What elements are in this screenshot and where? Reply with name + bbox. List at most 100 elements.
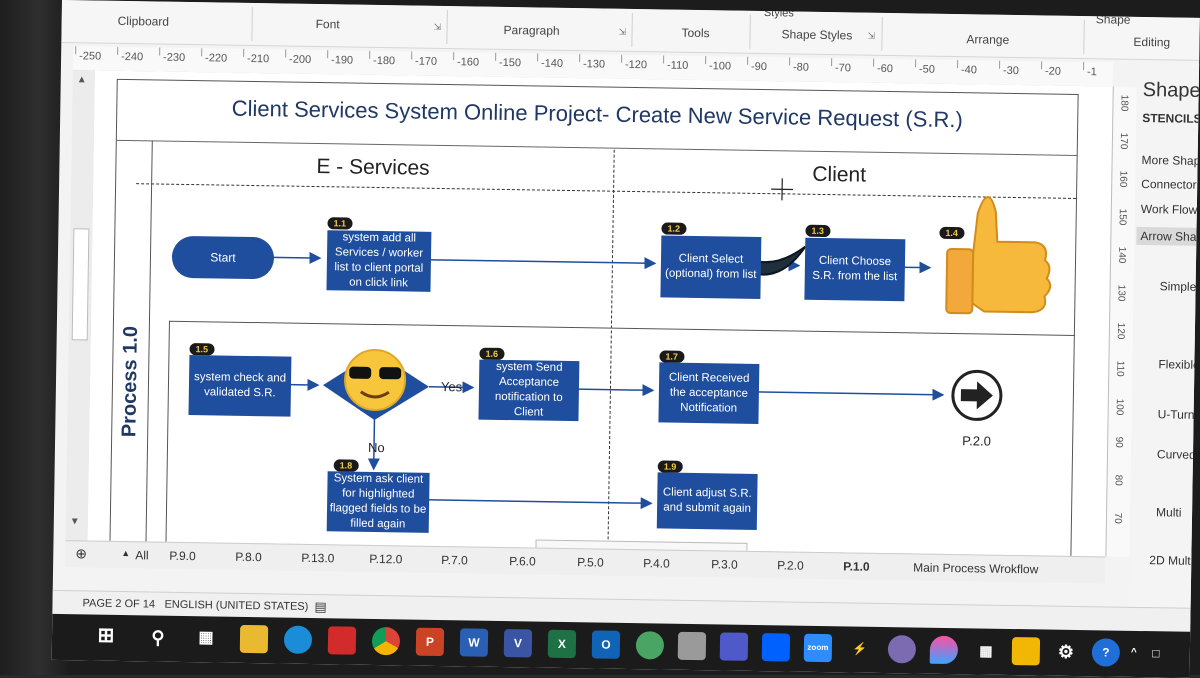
drawing-canvas[interactable]: Client Services System Online Project- C… — [88, 71, 1113, 557]
stencil-more-shapes[interactable]: More Shape — [1142, 153, 1200, 168]
ribbon-separator — [631, 13, 633, 47]
start-terminator[interactable]: Start — [172, 236, 275, 280]
sticky-notes-icon[interactable] — [1012, 637, 1040, 665]
page-tab-p5[interactable]: P.5.0 — [577, 555, 604, 569]
ribbon-group-tools[interactable]: Tools — [681, 26, 709, 40]
page-count-status[interactable]: PAGE 2 OF 14 — [82, 597, 155, 610]
page-tab-p3[interactable]: P.3.0 — [711, 557, 738, 571]
lightning-app-icon[interactable]: ⚡ — [846, 634, 874, 662]
font-launcher-icon[interactable]: ⇲ — [434, 22, 442, 33]
page-tab-all[interactable]: All — [135, 548, 149, 562]
page-tab-p13[interactable]: P.13.0 — [301, 551, 334, 566]
ruler-h-label: -20 — [1045, 65, 1061, 77]
paragraph-launcher-icon[interactable]: ⇲ — [618, 27, 626, 38]
page-tab-p12[interactable]: P.12.0 — [369, 552, 402, 567]
shape-flexible[interactable]: Flexible — [1158, 357, 1200, 372]
grid-app-icon[interactable]: ▦ — [972, 636, 1000, 664]
step-tag-1-7: 1.7 — [659, 350, 684, 362]
search-icon[interactable]: ⚲ — [144, 623, 172, 651]
ruler-h-tick — [201, 48, 202, 56]
stencil-work-flow[interactable]: Work Flow S — [1141, 202, 1200, 217]
page-tab-p9[interactable]: P.9.0 — [169, 549, 196, 563]
shape-simple[interactable]: Simple — [1160, 279, 1197, 294]
step-1-8-box[interactable]: System ask client for highlighted flagge… — [327, 471, 430, 533]
excel-icon[interactable]: X — [548, 630, 576, 658]
word-icon[interactable]: W — [460, 628, 488, 656]
ruler-h-label: -240 — [121, 51, 143, 63]
step-tag-1-2: 1.2 — [661, 222, 686, 234]
chevron-up-icon[interactable]: ^ — [1126, 639, 1142, 667]
ribbon-group-shape-styles[interactable]: Shape Styles — [781, 27, 852, 42]
start-icon[interactable]: ⊞ — [92, 623, 120, 651]
tray-icon[interactable]: □ — [1146, 639, 1166, 667]
shape-2d-multi[interactable]: 2D Multi- — [1149, 553, 1197, 568]
ruler-h-tick — [579, 54, 580, 62]
ruler-h-tick — [663, 55, 664, 63]
help-icon[interactable]: ? — [1092, 638, 1120, 666]
ribbon-group-font[interactable]: Font — [316, 17, 340, 31]
file-explorer-icon[interactable] — [240, 625, 268, 653]
ribbon-separator — [251, 7, 253, 41]
page-tab-p6[interactable]: P.6.0 — [509, 554, 536, 568]
vpn-icon[interactable] — [636, 631, 664, 659]
ribbon-group-editing[interactable]: Editing — [1133, 35, 1170, 50]
page-tab-p4[interactable]: P.4.0 — [643, 556, 670, 570]
chrome-icon[interactable] — [372, 627, 400, 655]
page-tab-p8[interactable]: P.8.0 — [235, 550, 262, 564]
step-1-6-box[interactable]: system Send Acceptance notification to C… — [478, 360, 579, 422]
ruler-v-label: 90 — [1113, 437, 1124, 448]
acrobat-icon[interactable] — [328, 626, 356, 654]
connector-start-to-1-1 — [273, 257, 320, 258]
ruler-h-tick — [1083, 62, 1084, 70]
settings-gear-icon[interactable]: ⚙ — [1052, 638, 1080, 666]
page-tab-p7[interactable]: P.7.0 — [441, 553, 468, 567]
drop-app-icon[interactable] — [930, 636, 958, 664]
ruler-h-label: -100 — [709, 60, 731, 72]
step-1-9-box[interactable]: Client adjust S.R. and submit again — [657, 472, 758, 530]
dropbox-icon[interactable] — [762, 633, 790, 661]
outlook-icon[interactable]: O — [592, 630, 620, 658]
ribbon-group-paragraph[interactable]: Paragraph — [503, 23, 559, 38]
shape-u-turn[interactable]: U-Turn — [1158, 407, 1195, 422]
sunglasses-emoji-icon — [345, 349, 406, 410]
page-tab-p1[interactable]: P.1.0 — [843, 559, 870, 573]
step-1-7-box[interactable]: Client Received the acceptance Notificat… — [658, 362, 759, 424]
visio-icon[interactable]: V — [504, 629, 532, 657]
all-pages-arrow-icon[interactable]: ▲ — [121, 548, 130, 558]
ribbon-group-arrange[interactable]: Arrange — [966, 32, 1009, 47]
step-1-5-box[interactable]: system check and validated S.R. — [188, 355, 291, 417]
paint-icon[interactable] — [888, 635, 916, 663]
ruler-v-label: 110 — [1114, 361, 1125, 377]
thumbs-up-emoji-icon — [946, 196, 1051, 314]
page-tab-p2[interactable]: P.2.0 — [777, 558, 804, 572]
zoom-icon[interactable]: zoom — [804, 634, 832, 662]
step-1-2-box[interactable]: Client Select (optional) from list — [660, 235, 761, 299]
stencils-tab[interactable]: STENCILS — [1142, 111, 1200, 126]
step-1-1-box[interactable]: system add all Services / worker list to… — [326, 230, 431, 292]
edge-icon[interactable] — [284, 626, 312, 654]
ribbon-group-clipboard[interactable]: Clipboard — [118, 14, 170, 29]
task-view-icon[interactable]: ▦ — [192, 624, 220, 652]
language-status[interactable]: ENGLISH (UNITED STATES) — [164, 599, 308, 613]
scroll-down-icon[interactable]: ▼ — [70, 516, 80, 527]
snipping-tool-icon[interactable] — [678, 632, 706, 660]
shape-multi[interactable]: Multi — [1156, 505, 1182, 519]
ruler-h-label: -90 — [751, 61, 767, 73]
step-1-3-box[interactable]: Client Choose S.R. from the list — [804, 238, 905, 302]
shape-styles-launcher-icon[interactable]: ⇲ — [867, 31, 875, 42]
page-tab-main-process[interactable]: Main Process Wrokflow — [913, 560, 1038, 576]
scrollbar-thumb[interactable] — [72, 228, 90, 340]
macro-recorder-icon[interactable]: ▤ — [314, 599, 327, 615]
stencil-arrow-shapes[interactable]: Arrow Shap — [1136, 227, 1200, 246]
ruler-h-label: -80 — [793, 61, 809, 73]
step-tag-1-8: 1.8 — [334, 459, 359, 471]
scroll-up-icon[interactable]: ▲ — [77, 74, 87, 85]
shape-curved[interactable]: Curved — [1157, 447, 1196, 462]
stencil-connectors[interactable]: Connectors — [1141, 177, 1200, 192]
powerpoint-icon[interactable]: P — [416, 628, 444, 656]
step-tag-1-5: 1.5 — [189, 343, 214, 355]
yes-label: Yes — [441, 379, 462, 394]
add-page-icon[interactable]: ⊕ — [75, 545, 87, 562]
teams-icon[interactable] — [720, 632, 748, 660]
ruler-h-tick — [285, 50, 286, 58]
